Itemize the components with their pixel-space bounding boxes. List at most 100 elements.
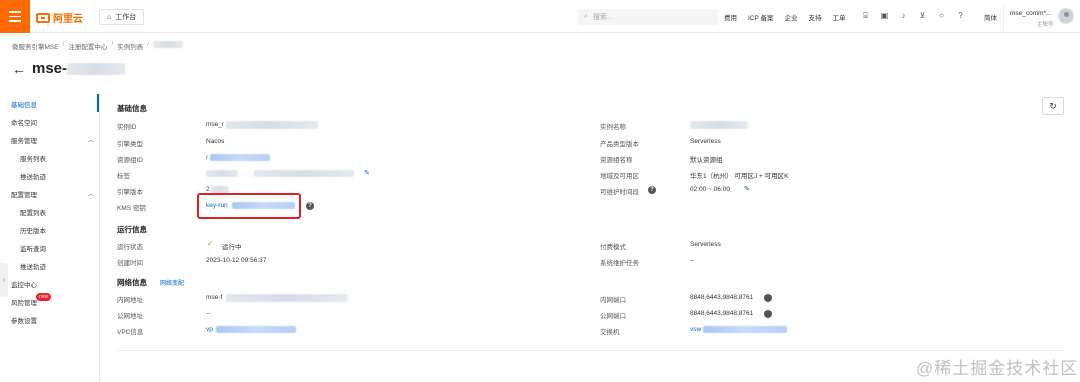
image-icon[interactable]: ▣ [879, 10, 890, 21]
sidebar-item-history-version[interactable]: 历史版本 [20, 225, 46, 235]
vpc-info-label: VPC信息 [117, 329, 144, 336]
vpc-info-redacted [216, 326, 296, 333]
created-time-label: 创建时间 [117, 260, 143, 267]
internal-address-redacted [226, 294, 348, 302]
breadcrumb-item-registry[interactable]: 注册配置中心 [68, 41, 107, 51]
runtime-info-title: 运行信息 [117, 225, 147, 234]
region-zone-value: 华东1（杭州） 可用区J + 可用区K [690, 173, 789, 180]
sidebar-item-config-push-trace[interactable]: 推送轨迹 [20, 261, 46, 271]
account-menu[interactable]: mse_comm*... 主账号 [1003, 4, 1080, 31]
tag-2-redacted [254, 170, 354, 177]
instance-name-label: 实例名称 [600, 124, 626, 131]
instance-name-redacted [690, 121, 748, 129]
top-link-enterprise[interactable]: 企业 [785, 12, 798, 22]
vswitch-label: 交换机 [600, 329, 620, 336]
internal-port-label: 内网端口 [600, 297, 626, 304]
system-maintenance-value: -- [690, 257, 695, 264]
chevron-up-icon[interactable]: ︿ [88, 135, 94, 144]
kms-key-label: KMS 密钥 [117, 205, 146, 212]
copy-icon[interactable] [764, 294, 772, 302]
top-icons: ⌸ ▣ ♪ ⊻ ○ ? [860, 10, 966, 21]
sidebar-item-config-list[interactable]: 配置列表 [20, 207, 46, 217]
avatar [1058, 8, 1074, 24]
sidebar-item-service-management[interactable]: 服务管理 [11, 135, 37, 145]
vpc-info-value[interactable]: vp [206, 326, 213, 333]
sidebar-item-namespace[interactable]: 命名空间 [11, 117, 37, 127]
resource-group-id-label: 资源组ID [117, 157, 143, 164]
top-link-icp[interactable]: ICP 备案 [748, 12, 774, 22]
help-circle-icon[interactable]: ? [955, 10, 966, 21]
breadcrumb-item-instances[interactable]: 实例列表 [117, 41, 143, 51]
instance-id-redacted [226, 121, 318, 129]
breadcrumb-separator: / [111, 41, 114, 48]
language-switch[interactable]: 简体 [984, 12, 997, 22]
instance-title: mse- [32, 60, 68, 77]
edit-maintenance-icon[interactable]: ✎ [744, 185, 750, 193]
chevron-up-icon[interactable]: ︿ [88, 189, 94, 198]
payment-mode-label: 付费模式 [600, 244, 626, 251]
top-link-fee[interactable]: 费用 [724, 12, 737, 22]
sidebar-item-listen-query[interactable]: 监听查询 [20, 243, 46, 253]
resource-group-name-label: 资源组名称 [600, 157, 633, 164]
public-port-value: 8848,6443,9848,8761 [690, 310, 754, 317]
home-icon: ⌂ [107, 13, 112, 21]
top-link-support[interactable]: 支持 [809, 12, 822, 22]
breadcrumb-separator: / [147, 41, 150, 48]
internal-port-value: 8848,6443,9848,8761 [690, 294, 754, 301]
status-label: 运行状态 [117, 244, 143, 251]
maintenance-help-icon[interactable]: ? [648, 186, 656, 194]
network-info-title: 网络信息 [117, 278, 147, 287]
sidebar-active-indicator [97, 94, 99, 112]
edit-tags-icon[interactable]: ✎ [364, 169, 370, 177]
network-change-link[interactable]: 网络变配 [160, 278, 184, 287]
copy-icon[interactable] [764, 310, 772, 318]
terminal-icon[interactable]: ⌸ [860, 10, 871, 21]
resource-group-name-value: 默认资源组 [690, 157, 723, 164]
back-arrow-icon[interactable]: ← [12, 61, 26, 77]
logo-icon [36, 12, 50, 23]
bell-icon[interactable]: ♪ [898, 10, 909, 21]
cart-icon[interactable]: ⊻ [917, 10, 928, 21]
account-name: mse_comm*... [1010, 10, 1052, 17]
page-title: ← mse- [12, 60, 126, 77]
sidebar-item-parameter-settings[interactable]: 参数设置 [11, 315, 37, 325]
sidebar-item-basic-info[interactable]: 基础信息 [11, 99, 37, 109]
account-type: 主账号 [1037, 22, 1054, 28]
product-version-value: Serverless [690, 138, 721, 145]
sidebar-collapse-handle[interactable]: › [0, 263, 8, 297]
maintenance-window-value: 02:00 ~ 06:00 [690, 186, 730, 193]
internal-address-value: mse-f [206, 294, 223, 301]
vswitch-redacted [703, 326, 787, 333]
aliyun-logo[interactable]: 阿里云 [36, 10, 83, 25]
payment-mode-value: Serverless [690, 241, 721, 248]
breadcrumb: 微服务引擎MSE / 注册配置中心 / 实例列表 / [12, 41, 184, 51]
workbench-button[interactable]: ⌂ 工作台 [99, 9, 145, 25]
engine-version-value: 2 [206, 186, 210, 193]
sidebar-item-service-list[interactable]: 服务列表 [20, 153, 46, 163]
system-maintenance-label: 系统维护任务 [600, 260, 639, 267]
tags-label: 标签 [117, 173, 130, 180]
new-badge: new [36, 293, 52, 301]
search-input[interactable]: ⌕ 搜索... [578, 9, 718, 25]
kms-help-icon[interactable]: ? [306, 202, 314, 210]
refresh-button[interactable]: ↻ [1042, 97, 1064, 115]
bulb-icon[interactable]: ○ [936, 10, 947, 21]
resource-group-id-redacted [210, 154, 270, 161]
sidebar-item-config-management[interactable]: 配置管理 [11, 189, 37, 199]
sidebar-item-monitor-center[interactable]: 监控中心 [11, 279, 37, 289]
instance-title-redacted [67, 62, 126, 75]
breadcrumb-separator: / [62, 41, 65, 48]
highlight-annotation-box [197, 193, 301, 219]
sidebar-item-risk-management[interactable]: 风险管理 [11, 297, 37, 307]
resource-group-id-value[interactable]: r [206, 154, 208, 161]
sidebar-item-push-trace[interactable]: 推送轨迹 [20, 171, 46, 181]
top-link-ticket[interactable]: 工单 [833, 12, 846, 22]
check-icon: ✓ [207, 239, 214, 248]
tag-1-redacted [206, 170, 238, 177]
engine-version-redacted [211, 186, 229, 193]
engine-type-value: Nacos [206, 138, 225, 145]
menu-icon[interactable] [0, 0, 30, 33]
breadcrumb-item-mse[interactable]: 微服务引擎MSE [12, 41, 59, 51]
vswitch-value[interactable]: vsw [690, 326, 701, 333]
instance-id-label: 实例ID [117, 124, 137, 131]
